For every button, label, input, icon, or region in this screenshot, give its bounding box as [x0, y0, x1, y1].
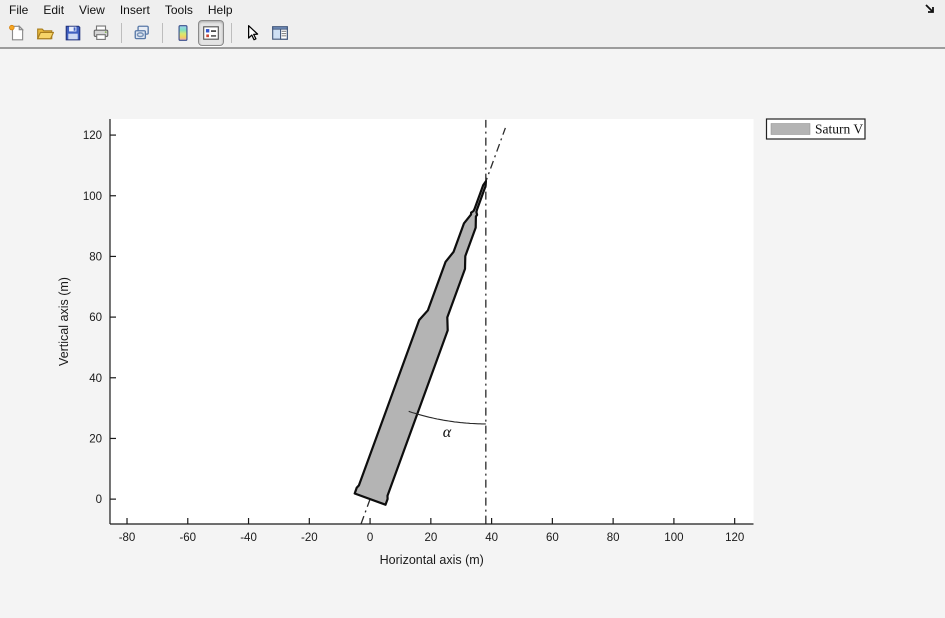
x-tick-label: 100 [664, 532, 683, 544]
x-tick-label: -20 [301, 532, 318, 544]
x-tick-label: 60 [546, 532, 559, 544]
copy-windows-icon [133, 24, 151, 42]
save-button[interactable] [60, 20, 86, 46]
menu-help[interactable]: Help [202, 1, 239, 19]
toolbar-separator [231, 23, 232, 43]
x-tick-label: 0 [367, 532, 373, 544]
figure-canvas[interactable]: -80 -60 -40 -20 0 20 40 60 80 100 120 0 20 40 60 80 100 1… [0, 0, 945, 618]
y-axis-label: Vertical axis (m) [57, 277, 71, 366]
menu-insert[interactable]: Insert [114, 1, 156, 19]
properties-panel-button[interactable] [267, 20, 293, 46]
dock-arrow-icon[interactable] [923, 2, 937, 16]
y-tick-label: 100 [83, 191, 102, 203]
copy-button[interactable] [129, 20, 155, 46]
new-document-icon [8, 24, 26, 42]
colormap-button[interactable] [170, 20, 196, 46]
y-tick-label: 40 [89, 373, 102, 385]
alpha-angle-label: α [443, 424, 452, 441]
y-tick-label: 0 [96, 494, 102, 506]
menu-file[interactable]: File [3, 1, 34, 19]
toolbar [0, 19, 945, 49]
x-tick-label: 40 [485, 532, 498, 544]
save-floppy-icon [64, 24, 82, 42]
menu-edit[interactable]: Edit [37, 1, 70, 19]
menu-tools[interactable]: Tools [159, 1, 199, 19]
legend-icon [202, 24, 220, 42]
legend-toggle-button[interactable] [198, 20, 224, 46]
legend-label: Saturn V [815, 122, 863, 137]
x-axis-label: Horizontal axis (m) [380, 553, 484, 567]
x-tick-label: -40 [240, 532, 257, 544]
x-tick-label: -60 [179, 532, 196, 544]
toolbar-separator [121, 23, 122, 43]
colormap-icon [174, 24, 192, 42]
y-tick-label: 60 [89, 312, 102, 324]
pointer-button[interactable] [239, 20, 265, 46]
print-button[interactable] [88, 20, 114, 46]
properties-panel-icon [271, 24, 289, 42]
toolbar-separator [162, 23, 163, 43]
open-folder-icon [36, 24, 54, 42]
legend-swatch [771, 124, 810, 135]
menu-view[interactable]: View [73, 1, 111, 19]
open-button[interactable] [32, 20, 58, 46]
y-tick-label: 120 [83, 130, 102, 142]
y-tick-label: 80 [89, 251, 102, 263]
x-tick-label: 120 [725, 532, 744, 544]
x-tick-label: -80 [119, 532, 136, 544]
y-tick-label: 20 [89, 433, 102, 445]
new-figure-button[interactable] [4, 20, 30, 46]
x-tick-label: 20 [424, 532, 437, 544]
printer-icon [92, 24, 110, 42]
menubar: File Edit View Insert Tools Help [0, 0, 945, 19]
x-tick-label: 80 [607, 532, 620, 544]
pointer-arrow-icon [243, 24, 261, 42]
window-chrome: File Edit View Insert Tools Help [0, 0, 945, 49]
